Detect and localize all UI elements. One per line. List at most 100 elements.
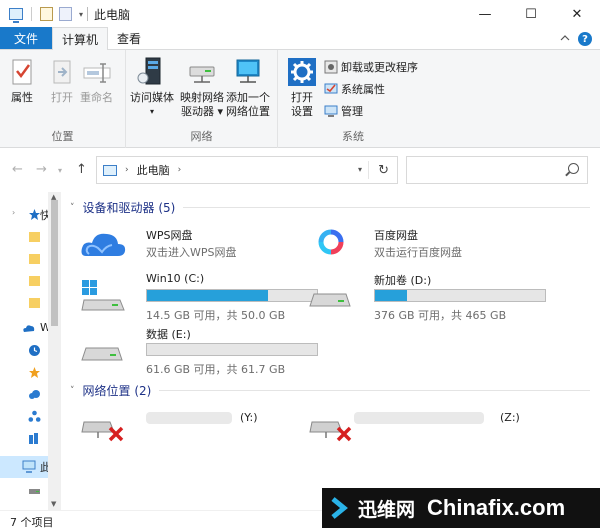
add-location-label-1: 添加一个 xyxy=(226,91,270,104)
map-network-drive-button[interactable]: 映射网络 驱动器 ▾ xyxy=(180,56,224,119)
drive-c-item[interactable]: Win10 (C:) 14.5 GB 可用，共 50.0 GB xyxy=(80,272,318,324)
quick-access-dropdown[interactable]: ▾ xyxy=(79,10,83,19)
properties-quick-icon[interactable] xyxy=(40,7,53,21)
drive-usage-fill xyxy=(375,290,408,301)
baidu-netdisk-icon xyxy=(314,228,358,260)
divider xyxy=(368,161,369,179)
drive-icon xyxy=(308,276,352,308)
drive-usage-fill xyxy=(147,290,268,301)
help-button[interactable]: ? xyxy=(578,32,592,46)
address-history-dropdown[interactable]: ▾ xyxy=(358,165,362,174)
nav-item-library[interactable] xyxy=(0,428,48,450)
manage-label: 管理 xyxy=(341,105,363,118)
open-settings-button[interactable]: 打开 设置 xyxy=(286,56,318,119)
chevron-up-icon xyxy=(560,35,570,41)
rename-label: 重命名 xyxy=(80,91,113,104)
nav-item-shared[interactable] xyxy=(0,406,48,428)
add-network-location-button[interactable]: 添加一个 网络位置 xyxy=(226,56,270,119)
drive-d-item[interactable]: 新加卷 (D:) 376 GB 可用，共 465 GB xyxy=(308,272,546,324)
minimize-button[interactable]: — xyxy=(462,0,508,28)
forward-button[interactable]: → xyxy=(36,162,47,177)
system-properties-icon xyxy=(324,82,338,96)
address-bar[interactable]: › 此电脑 › ▾ ↻ xyxy=(96,156,398,184)
chevron-logo-icon xyxy=(330,497,352,519)
tab-view[interactable]: 查看 xyxy=(108,27,150,49)
network-drive-y-item[interactable]: (Y:) xyxy=(80,406,310,446)
drive-icon xyxy=(80,330,124,362)
drive-name: 数据 (E:) xyxy=(146,328,191,341)
folder-icon xyxy=(28,252,41,265)
item-name: WPS网盘 xyxy=(146,229,193,242)
up-button[interactable]: ↑ xyxy=(76,162,87,177)
divider xyxy=(31,7,32,21)
network-drive-z-item[interactable]: (Z:) xyxy=(308,406,538,446)
breadcrumb-separator[interactable]: › xyxy=(125,165,129,175)
breadcrumb-separator[interactable]: › xyxy=(178,165,182,175)
tab-file[interactable]: 文件 xyxy=(0,27,52,49)
drive-usage-bar xyxy=(374,289,546,302)
uninstall-label: 卸载或更改程序 xyxy=(341,61,418,74)
back-button[interactable]: ← xyxy=(12,162,23,177)
system-properties-button[interactable]: 系统属性 xyxy=(324,80,385,98)
refresh-button[interactable]: ↻ xyxy=(378,163,389,178)
collapse-ribbon-button[interactable] xyxy=(560,34,570,44)
nav-item-quick-access[interactable]: › 快 xyxy=(0,204,51,226)
recent-locations-dropdown[interactable]: ▾ xyxy=(58,166,62,175)
ribbon-group-system: 打开 设置 卸载或更改程序 系统属性 管理 系统 xyxy=(278,50,428,148)
nav-item-this-pc[interactable]: 此 xyxy=(0,456,51,478)
nav-item-folder[interactable] xyxy=(0,292,48,314)
folder-icon xyxy=(28,296,41,309)
nav-item-folder[interactable] xyxy=(0,226,48,248)
item-subtitle: 双击运行百度网盘 xyxy=(374,246,462,259)
nav-item-recent[interactable] xyxy=(0,340,48,362)
properties-label: 属性 xyxy=(11,91,33,104)
disconnected-network-drive-icon xyxy=(308,410,352,442)
properties-button[interactable]: 属性 xyxy=(6,56,38,105)
wps-cloud-item[interactable]: WPS网盘 双击进入WPS网盘 xyxy=(80,224,310,264)
access-media-button[interactable]: 访问媒体 ▾ xyxy=(130,56,174,119)
nav-item-starred[interactable] xyxy=(0,362,48,384)
expand-arrow[interactable]: › xyxy=(12,208,15,217)
access-media-label-2: ▾ xyxy=(149,107,154,116)
scroll-down-arrow[interactable]: ▼ xyxy=(51,500,56,508)
rename-button[interactable]: 重命名 xyxy=(80,56,113,105)
breadcrumb-this-pc[interactable]: 此电脑 xyxy=(137,162,170,178)
divider xyxy=(159,390,590,391)
item-count: 7 个项目 xyxy=(10,516,54,529)
add-location-label-2: 网络位置 xyxy=(226,105,270,118)
window-controls: — ☐ ✕ xyxy=(462,0,600,28)
tab-computer[interactable]: 计算机 xyxy=(52,27,109,50)
item-subtitle: 双击进入WPS网盘 xyxy=(146,246,237,259)
nav-item-wps-cloud[interactable]: W xyxy=(0,318,51,340)
section-network-locations[interactable]: ˅ 网络位置 (2) xyxy=(70,382,590,399)
gear-icon xyxy=(286,56,318,88)
scrollbar-thumb[interactable] xyxy=(51,200,58,326)
drive-e-item[interactable]: 数据 (E:) 61.6 GB 可用，共 61.7 GB xyxy=(80,326,318,378)
manage-button[interactable]: 管理 xyxy=(324,102,363,120)
nav-pane-scrollbar[interactable]: ▲ ▼ xyxy=(48,192,61,510)
computer-icon xyxy=(9,8,23,23)
close-button[interactable]: ✕ xyxy=(554,0,600,28)
content-pane: ˅ 设备和驱动器 (5) WPS网盘 双击进入WPS网盘 百度网盘 双击运行百度… xyxy=(62,192,600,510)
nav-item-folder[interactable] xyxy=(0,248,48,270)
uninstall-icon xyxy=(324,60,338,74)
nav-item-cloud[interactable] xyxy=(0,384,48,406)
open-settings-label-1: 打开 xyxy=(291,91,313,104)
open-button[interactable]: 打开 xyxy=(46,56,78,105)
network-location-icon xyxy=(232,56,264,88)
uninstall-program-button[interactable]: 卸载或更改程序 xyxy=(324,58,418,76)
open-settings-label-2: 设置 xyxy=(291,105,313,118)
watermark-brand-en: Chinafix.com xyxy=(427,495,566,520)
baidu-netdisk-item[interactable]: 百度网盘 双击运行百度网盘 xyxy=(308,224,538,264)
chevron-down-icon: ˅ xyxy=(70,385,75,396)
search-input[interactable] xyxy=(406,156,588,184)
watermark-brand-cn: 迅维网 xyxy=(358,498,416,521)
maximize-button[interactable]: ☐ xyxy=(508,0,554,28)
chevron-down-icon: ˅ xyxy=(70,202,75,213)
nav-item-drive[interactable] xyxy=(0,480,48,502)
new-folder-quick-icon[interactable] xyxy=(59,7,72,21)
section-devices-drives[interactable]: ˅ 设备和驱动器 (5) xyxy=(70,199,590,216)
group-label-location: 位置 xyxy=(51,130,74,143)
redacted-share-name xyxy=(146,412,232,424)
nav-item-folder[interactable] xyxy=(0,270,48,292)
